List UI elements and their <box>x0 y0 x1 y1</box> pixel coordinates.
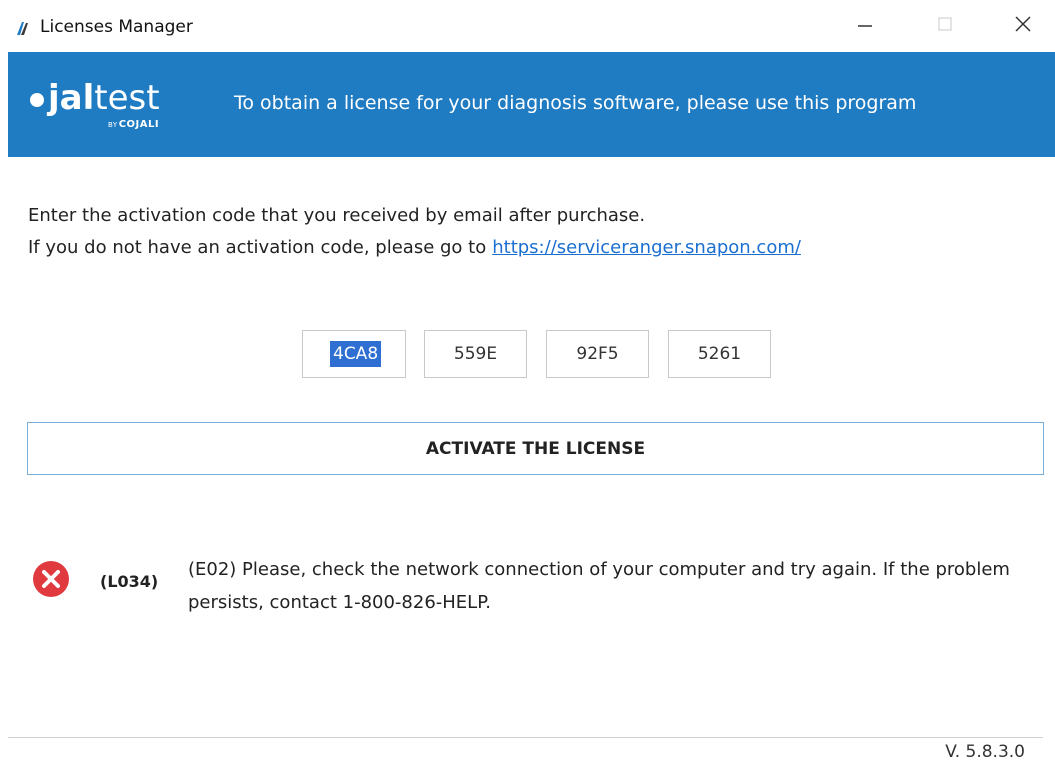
activate-license-button[interactable]: ACTIVATE THE LICENSE <box>27 422 1044 475</box>
instruction-line-2-text: If you do not have an activation code, p… <box>28 237 487 258</box>
minimize-icon <box>855 14 875 38</box>
jaltest-logo: jaltest BYCOJALI <box>30 78 210 138</box>
serviceranger-link[interactable]: https://serviceranger.snapon.com/ <box>492 237 801 258</box>
banner-tagline: To obtain a license for your diagnosis s… <box>234 92 917 114</box>
logo-sub-by: BY <box>108 121 118 129</box>
maximize-button[interactable] <box>915 0 975 52</box>
instruction-line-2: If you do not have an activation code, p… <box>28 237 801 258</box>
header-banner: jaltest BYCOJALI To obtain a license for… <box>8 52 1055 157</box>
maximize-icon <box>935 14 955 38</box>
app-icon <box>14 20 30 36</box>
logo-brand-light: test <box>94 78 160 118</box>
error-icon <box>32 560 70 598</box>
selected-code-text: 4CA8 <box>330 341 382 367</box>
licenses-manager-window: Licenses Manager jaltest BYCOJALI To obt… <box>8 0 1055 767</box>
activation-code-field-4[interactable] <box>668 330 771 378</box>
close-icon <box>1012 13 1034 39</box>
error-code: (L034) <box>100 572 159 591</box>
logo-dot-icon <box>30 93 44 107</box>
logo-sub-brand: COJALI <box>118 119 160 130</box>
instruction-line-1: Enter the activation code that you recei… <box>28 205 646 226</box>
title-bar[interactable]: Licenses Manager <box>8 0 1055 52</box>
activate-license-label: ACTIVATE THE LICENSE <box>425 438 646 459</box>
activation-code-field-3[interactable] <box>546 330 649 378</box>
close-button[interactable] <box>993 0 1053 52</box>
version-label: V. 5.8.3.0 <box>945 742 1025 762</box>
logo-wordmark: jaltest <box>30 78 160 118</box>
error-message: (E02) Please, check the network connecti… <box>188 559 1010 613</box>
minimize-button[interactable] <box>835 0 895 52</box>
activation-code-field-2[interactable] <box>424 330 527 378</box>
logo-brand-bold: jal <box>48 78 95 118</box>
logo-subtitle: BYCOJALI <box>108 119 159 130</box>
window-title: Licenses Manager <box>40 17 193 37</box>
footer-divider <box>8 737 1043 738</box>
